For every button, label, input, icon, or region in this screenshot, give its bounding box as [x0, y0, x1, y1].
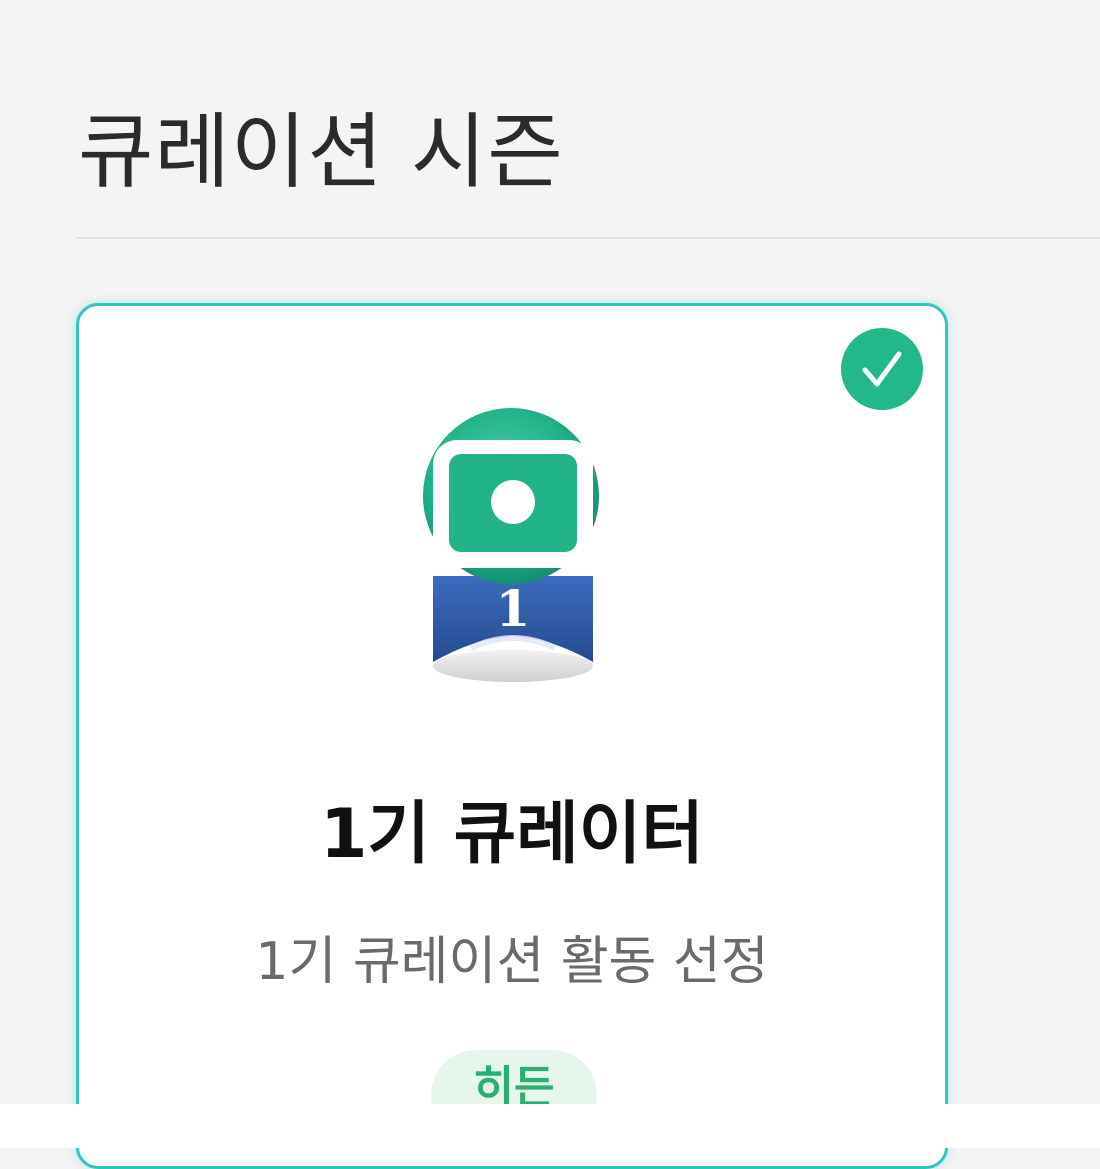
selected-check-badge	[841, 328, 923, 410]
page-title: 큐레이션 시즌	[78, 105, 564, 200]
curator-medal-icon: 1	[423, 408, 599, 682]
season-card[interactable]: 1 1기 큐레이터 1기 큐레이션 활동 선정 히든	[76, 303, 948, 1169]
bottom-edge	[0, 1104, 1100, 1148]
medal-base-shadow	[433, 650, 593, 682]
header-divider	[76, 237, 1100, 239]
medal-number: 1	[496, 579, 531, 638]
card-description: 1기 큐레이션 활동 선정	[255, 932, 769, 992]
check-icon	[862, 351, 902, 387]
card-title: 1기 큐레이터	[320, 795, 704, 874]
